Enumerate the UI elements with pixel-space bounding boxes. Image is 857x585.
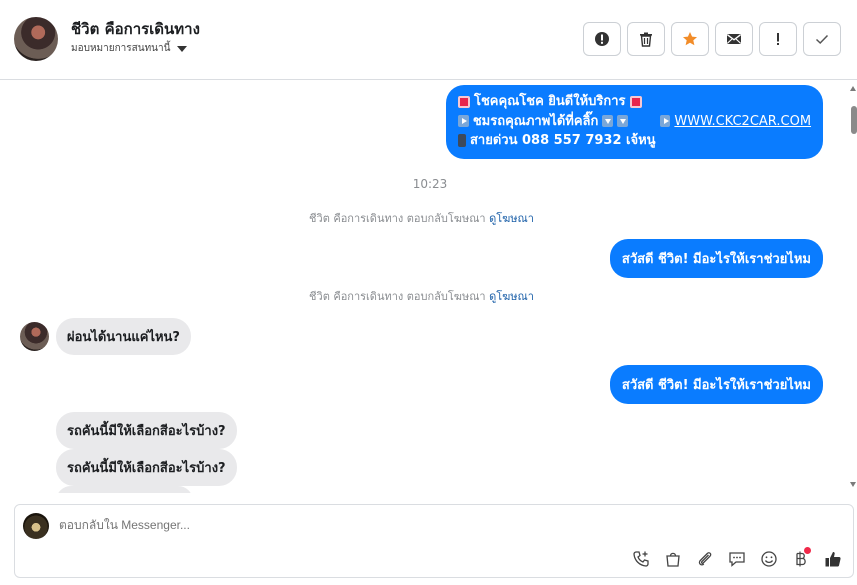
- saved-replies-button[interactable]: [727, 549, 747, 569]
- thread-scrollbar[interactable]: [849, 81, 857, 493]
- shop-button[interactable]: [663, 549, 683, 569]
- chat-bubble-icon: [729, 552, 745, 567]
- assign-conversation-label: มอบหมายการสนทนานี้: [71, 43, 171, 54]
- payment-button[interactable]: [791, 547, 811, 569]
- thumbs-up-icon: [825, 552, 841, 567]
- alert-circle-icon: [595, 32, 609, 46]
- promo-line-2-text: ชมรถคุณภาพได้ที่คลิ๊ก: [472, 113, 599, 129]
- ad-reply-notice: ชีวิต คือการเดินทาง ตอบกลับโฆษณา ดูโฆษณา: [0, 287, 843, 305]
- message-thread[interactable]: โชคคุณโชค ยินดีให้บริการ ชมรถคุณภาพได้ที…: [0, 81, 857, 493]
- header-actions: [583, 22, 841, 56]
- mail-button[interactable]: [715, 22, 753, 56]
- check-icon: [815, 34, 829, 45]
- delete-button[interactable]: [627, 22, 665, 56]
- conversation-header: ชีวิต คือการเดินทาง มอบหมายการสนทนานี้: [0, 0, 857, 80]
- phone-add-icon: [633, 551, 649, 567]
- envelope-icon: [727, 34, 741, 44]
- red-square-emoji-icon: [629, 95, 642, 108]
- promo-line-1: โชคคุณโชค ยินดีให้บริการ: [458, 92, 811, 112]
- view-ad-link[interactable]: ดูโฆษณา: [489, 290, 534, 303]
- message-timestamp: 10:23: [412, 177, 448, 191]
- incoming-message-partial: [56, 486, 193, 493]
- attach-button[interactable]: [695, 549, 715, 569]
- caret-down-icon: [177, 45, 188, 52]
- play-button-emoji-icon: [458, 115, 469, 128]
- ad-reply-text: ชีวิต คือการเดินทาง ตอบกลับโฆษณา: [309, 212, 486, 225]
- down-arrow-emoji-icon: [617, 115, 629, 128]
- promo-line-3-text: สายด่วน 088 557 7932 เจ้หนู: [470, 133, 656, 148]
- promo-line-2: ชมรถคุณภาพได้ที่คลิ๊ก WWW.CKC2CAR.COM: [458, 112, 811, 132]
- view-ad-link[interactable]: ดูโฆษณา: [489, 212, 534, 225]
- page-avatar: [23, 513, 49, 539]
- call-button[interactable]: [631, 549, 651, 569]
- promo-message: โชคคุณโชค ยินดีให้บริการ ชมรถคุณภาพได้ที…: [446, 85, 823, 159]
- play-button-emoji-icon: [659, 115, 671, 128]
- outgoing-message: สวัสดี ชีวิต! มีอะไรให้เราช่วยไหม: [609, 365, 823, 404]
- promo-line-1-text: โชคคุณโชค ยินดีให้บริการ: [474, 94, 626, 109]
- ad-reply-text: ชีวิต คือการเดินทาง ตอบกลับโฆษณา: [309, 290, 486, 303]
- smile-icon: [761, 551, 777, 567]
- incoming-message: ผ่อนได้นานแค่ไหน?: [56, 318, 191, 355]
- promo-line-3: สายด่วน 088 557 7932 เจ้หนู: [458, 131, 811, 151]
- paperclip-icon: [698, 552, 712, 566]
- emoji-button[interactable]: [759, 549, 779, 569]
- mobile-phone-emoji-icon: [458, 134, 466, 148]
- mark-done-button[interactable]: [803, 22, 841, 56]
- reply-input[interactable]: [59, 518, 759, 532]
- incoming-message: รถคันนี้มีให้เลือกสีอะไรบ้าง?: [56, 412, 237, 449]
- scroll-up-arrow-icon[interactable]: [850, 86, 856, 91]
- red-square-emoji-icon: [458, 95, 470, 108]
- star-icon: [683, 32, 697, 46]
- shopping-bag-icon: [666, 552, 680, 567]
- contact-avatar-small[interactable]: [20, 322, 49, 351]
- notification-dot: [804, 547, 811, 554]
- contact-name[interactable]: ชีวิต คือการเดินทาง: [71, 17, 200, 41]
- star-button[interactable]: [671, 22, 709, 56]
- message-composer: [14, 504, 854, 578]
- mark-important-button[interactable]: [759, 22, 797, 56]
- ad-reply-notice: ชีวิต คือการเดินทาง ตอบกลับโฆษณา ดูโฆษณา: [0, 209, 843, 227]
- trash-icon: [640, 32, 652, 47]
- scroll-down-arrow-icon[interactable]: [850, 482, 856, 487]
- scroll-thumb[interactable]: [851, 106, 857, 134]
- composer-tools: [631, 547, 843, 569]
- website-link[interactable]: WWW.CKC2CAR.COM: [674, 112, 811, 132]
- like-button[interactable]: [823, 549, 843, 569]
- outgoing-message: สวัสดี ชีวิต! มีอะไรให้เราช่วยไหม: [609, 239, 823, 278]
- down-arrow-emoji-icon: [602, 115, 614, 128]
- contact-avatar[interactable]: [14, 17, 58, 61]
- assign-conversation-dropdown[interactable]: มอบหมายการสนทนานี้: [71, 41, 188, 56]
- exclamation-icon: [777, 33, 779, 45]
- incoming-message: รถคันนี้มีให้เลือกสีอะไรบ้าง?: [56, 449, 237, 486]
- spam-alert-button[interactable]: [583, 22, 621, 56]
